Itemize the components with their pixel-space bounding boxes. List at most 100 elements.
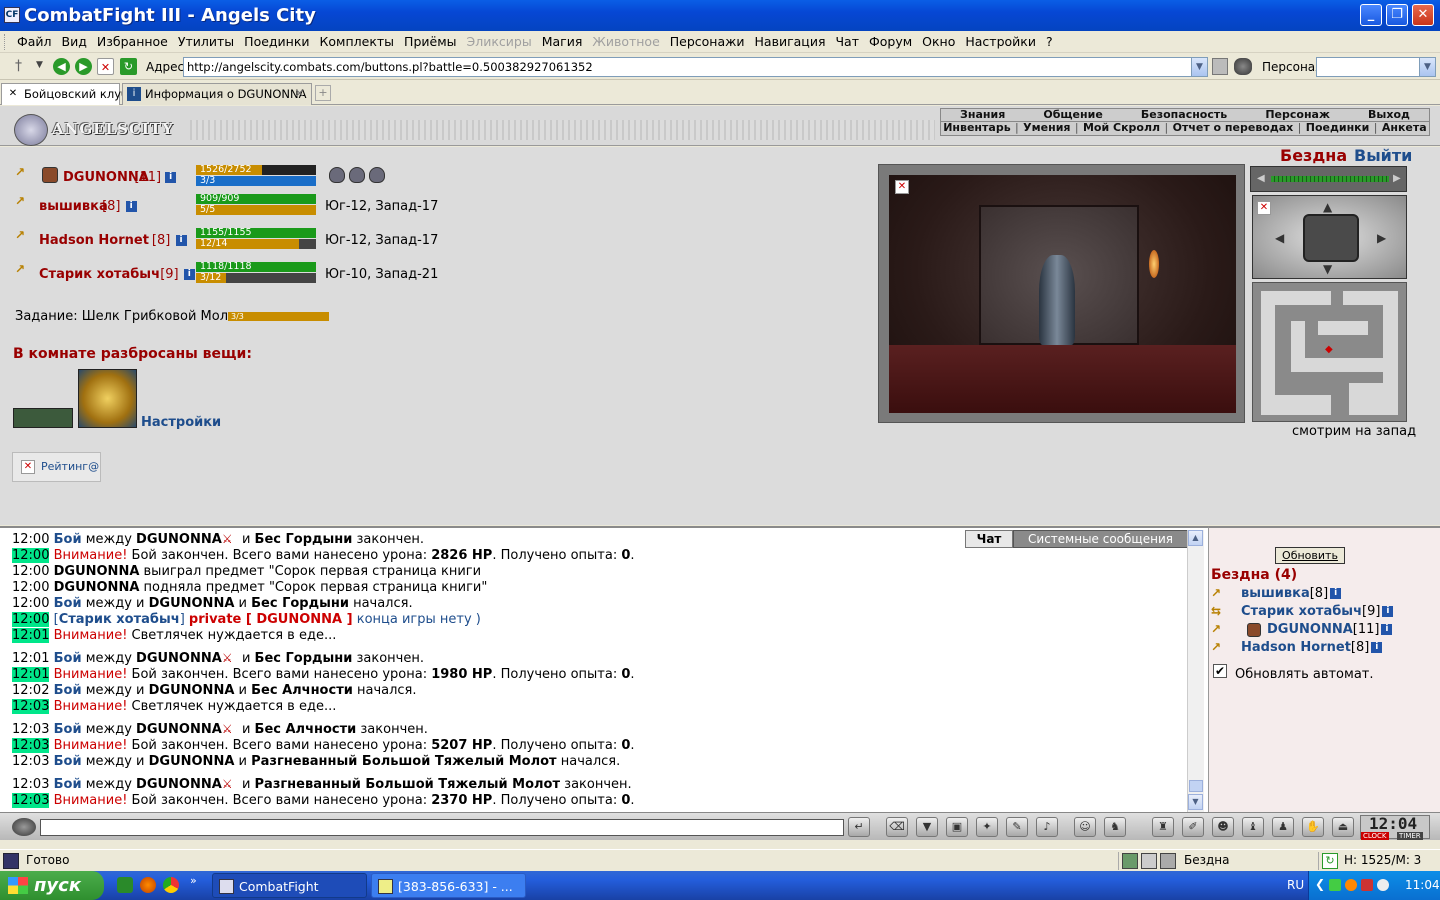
save-icon[interactable]: ▣ bbox=[946, 817, 968, 837]
info-icon[interactable]: i bbox=[165, 172, 177, 183]
persona-select[interactable] bbox=[1316, 57, 1436, 77]
clan-icon[interactable] bbox=[1247, 622, 1261, 637]
volume-icon[interactable] bbox=[1377, 879, 1389, 891]
battle-link[interactable]: Бой bbox=[54, 532, 82, 547]
battle-log-icon[interactable]: ⚔ bbox=[222, 532, 238, 546]
game-clock[interactable]: 12:04 CLOCK TIMER bbox=[1360, 814, 1430, 840]
menu-item[interactable]: Персонажи bbox=[665, 34, 750, 50]
room-user-name[interactable]: вышивка bbox=[1241, 586, 1310, 601]
mask-icon[interactable]: ☻ bbox=[1212, 817, 1234, 837]
send-icon[interactable]: ↵ bbox=[848, 817, 870, 837]
move-back-icon[interactable]: ▼ bbox=[1323, 262, 1332, 276]
clan-icon[interactable] bbox=[42, 167, 58, 183]
battle-link[interactable]: Бой bbox=[54, 777, 82, 792]
address-dropdown-icon[interactable]: ▼ bbox=[1191, 58, 1207, 76]
tray-expand-icon[interactable]: ❮ bbox=[1315, 877, 1325, 891]
stop-icon[interactable]: ✕ bbox=[97, 58, 114, 75]
info-icon[interactable]: i bbox=[1381, 624, 1393, 635]
bottom-nav-link[interactable]: Поединки bbox=[1306, 122, 1370, 135]
menu-item[interactable]: Комплекты bbox=[315, 34, 400, 50]
info-icon[interactable]: i bbox=[125, 201, 137, 212]
pin-icon[interactable]: † bbox=[15, 58, 29, 75]
battle-link[interactable]: Бой bbox=[54, 651, 82, 666]
refresh-view-button[interactable] bbox=[1303, 214, 1359, 262]
menu-item[interactable]: Файл bbox=[12, 34, 57, 50]
rating-widget[interactable]: ✕ Рейтинг@ bbox=[12, 452, 101, 482]
quicklaunch-browser-icon[interactable] bbox=[140, 877, 156, 893]
window-title-bar[interactable]: CF CombatFight III - Angels City _ ❐ ✕ bbox=[0, 0, 1440, 31]
warrior-icon[interactable]: ♝ bbox=[1242, 817, 1264, 837]
tab-system-messages[interactable]: Системные сообщения bbox=[1013, 530, 1188, 548]
player-action-icon[interactable]: ↗ bbox=[15, 194, 35, 210]
room-user-name[interactable]: DGUNONNA bbox=[1267, 622, 1353, 637]
statue-object[interactable] bbox=[1039, 255, 1075, 345]
menu-item[interactable]: Форум bbox=[864, 34, 917, 50]
smiley-menu-icon[interactable] bbox=[12, 818, 36, 836]
quicklaunch-chrome-icon[interactable] bbox=[163, 877, 179, 893]
filter-icon[interactable]: ▼ bbox=[916, 817, 938, 837]
battle-log-icon[interactable]: ⚔ bbox=[222, 722, 238, 736]
top-nav-link[interactable]: Общение bbox=[1043, 109, 1102, 121]
rank-badge-icon[interactable] bbox=[329, 167, 345, 183]
fighter-icon[interactable]: ✦ bbox=[976, 817, 998, 837]
menu-item[interactable]: Окно bbox=[917, 34, 960, 50]
messenger-icon[interactable] bbox=[1345, 879, 1357, 891]
player-name[interactable]: Старик хотабыч bbox=[39, 267, 160, 282]
smile-icon[interactable]: ☺ bbox=[1074, 817, 1096, 837]
bag-icon[interactable]: ♜ bbox=[1152, 817, 1174, 837]
bottom-nav-link[interactable]: Инвентарь bbox=[943, 122, 1010, 135]
shield-badge-icon[interactable] bbox=[349, 167, 365, 183]
move-left-icon[interactable]: ◀ bbox=[1275, 231, 1284, 245]
info-icon[interactable]: i bbox=[183, 269, 195, 280]
menu-item[interactable]: Настройки bbox=[960, 34, 1041, 50]
room-user[interactable]: ↗ Hadson Hornet[8] i bbox=[1211, 640, 1383, 658]
top-nav-link[interactable]: Персонаж bbox=[1265, 109, 1330, 121]
bottom-nav-link[interactable]: Отчет о переводах bbox=[1173, 122, 1294, 135]
address-input[interactable]: http://angelscity.combats.com/buttons.pl… bbox=[183, 57, 1208, 77]
window-status-icon[interactable] bbox=[1160, 853, 1176, 869]
menu-item[interactable]: Утилиты bbox=[173, 34, 239, 50]
quicklaunch-more-icon[interactable]: » bbox=[190, 874, 197, 887]
quill-icon[interactable]: ✐ bbox=[1182, 817, 1204, 837]
taskbar-icq[interactable]: [383-856-633] - ... bbox=[371, 873, 526, 898]
tab-close-icon[interactable]: ✕ bbox=[295, 84, 304, 104]
top-nav-link[interactable]: Выход bbox=[1368, 109, 1410, 121]
settings-link[interactable]: Настройки bbox=[141, 415, 221, 430]
player-name-link[interactable]: DGUNONNA bbox=[136, 532, 222, 547]
user-action-icon[interactable]: ↗ bbox=[1211, 640, 1241, 654]
player-name[interactable]: Hadson Hornet bbox=[39, 233, 149, 248]
minimize-button[interactable]: _ bbox=[1360, 4, 1382, 26]
info-icon[interactable]: i bbox=[1382, 606, 1394, 617]
info-icon[interactable]: i bbox=[1371, 642, 1383, 653]
chat-input[interactable] bbox=[40, 819, 844, 836]
page-icon[interactable] bbox=[1212, 58, 1228, 75]
herb-item-icon[interactable] bbox=[13, 408, 73, 428]
player-name-link[interactable]: DGUNONNA bbox=[54, 564, 140, 579]
hand-icon[interactable]: ✋ bbox=[1302, 817, 1324, 837]
clock-status-icon[interactable] bbox=[1122, 853, 1138, 869]
sync-icon[interactable]: ↻ bbox=[1322, 853, 1338, 869]
menu-item[interactable]: Поединки bbox=[239, 34, 314, 50]
persona-dropdown-icon[interactable]: ▼ bbox=[1419, 58, 1435, 76]
battle-link[interactable]: Бой bbox=[54, 722, 82, 737]
exit-icon[interactable]: ⏏ bbox=[1332, 817, 1354, 837]
info-icon[interactable]: i bbox=[1330, 588, 1342, 599]
refresh-button[interactable]: Обновить bbox=[1275, 547, 1345, 564]
pin-dropdown-icon[interactable]: ▼ bbox=[36, 60, 43, 70]
tools-icon[interactable]: ✎ bbox=[1006, 817, 1028, 837]
battle-log-icon[interactable]: ⚔ bbox=[222, 777, 238, 791]
player-action-icon[interactable]: ↗ bbox=[15, 262, 35, 278]
group-icon[interactable]: ♟ bbox=[1272, 817, 1294, 837]
menu-item[interactable]: Чат bbox=[830, 34, 864, 50]
scroll-up-icon[interactable]: ▲ bbox=[1188, 530, 1203, 546]
user-action-icon[interactable]: ↗ bbox=[1211, 622, 1241, 636]
auto-refresh-checkbox[interactable]: ✔ bbox=[1213, 664, 1227, 678]
rating-link[interactable]: Рейтинг@ bbox=[41, 460, 99, 473]
player-action-icon[interactable]: ↗ bbox=[15, 228, 35, 244]
player-name-link[interactable]: DGUNONNA bbox=[149, 683, 235, 698]
network-icon[interactable] bbox=[1329, 879, 1341, 891]
info-icon[interactable]: i bbox=[175, 235, 187, 246]
language-indicator[interactable]: RU bbox=[1287, 878, 1304, 892]
battle-link[interactable]: Бой bbox=[54, 596, 82, 611]
tab-fight-club[interactable]: ✕ Бойцовский клуб bbox=[1, 83, 128, 105]
